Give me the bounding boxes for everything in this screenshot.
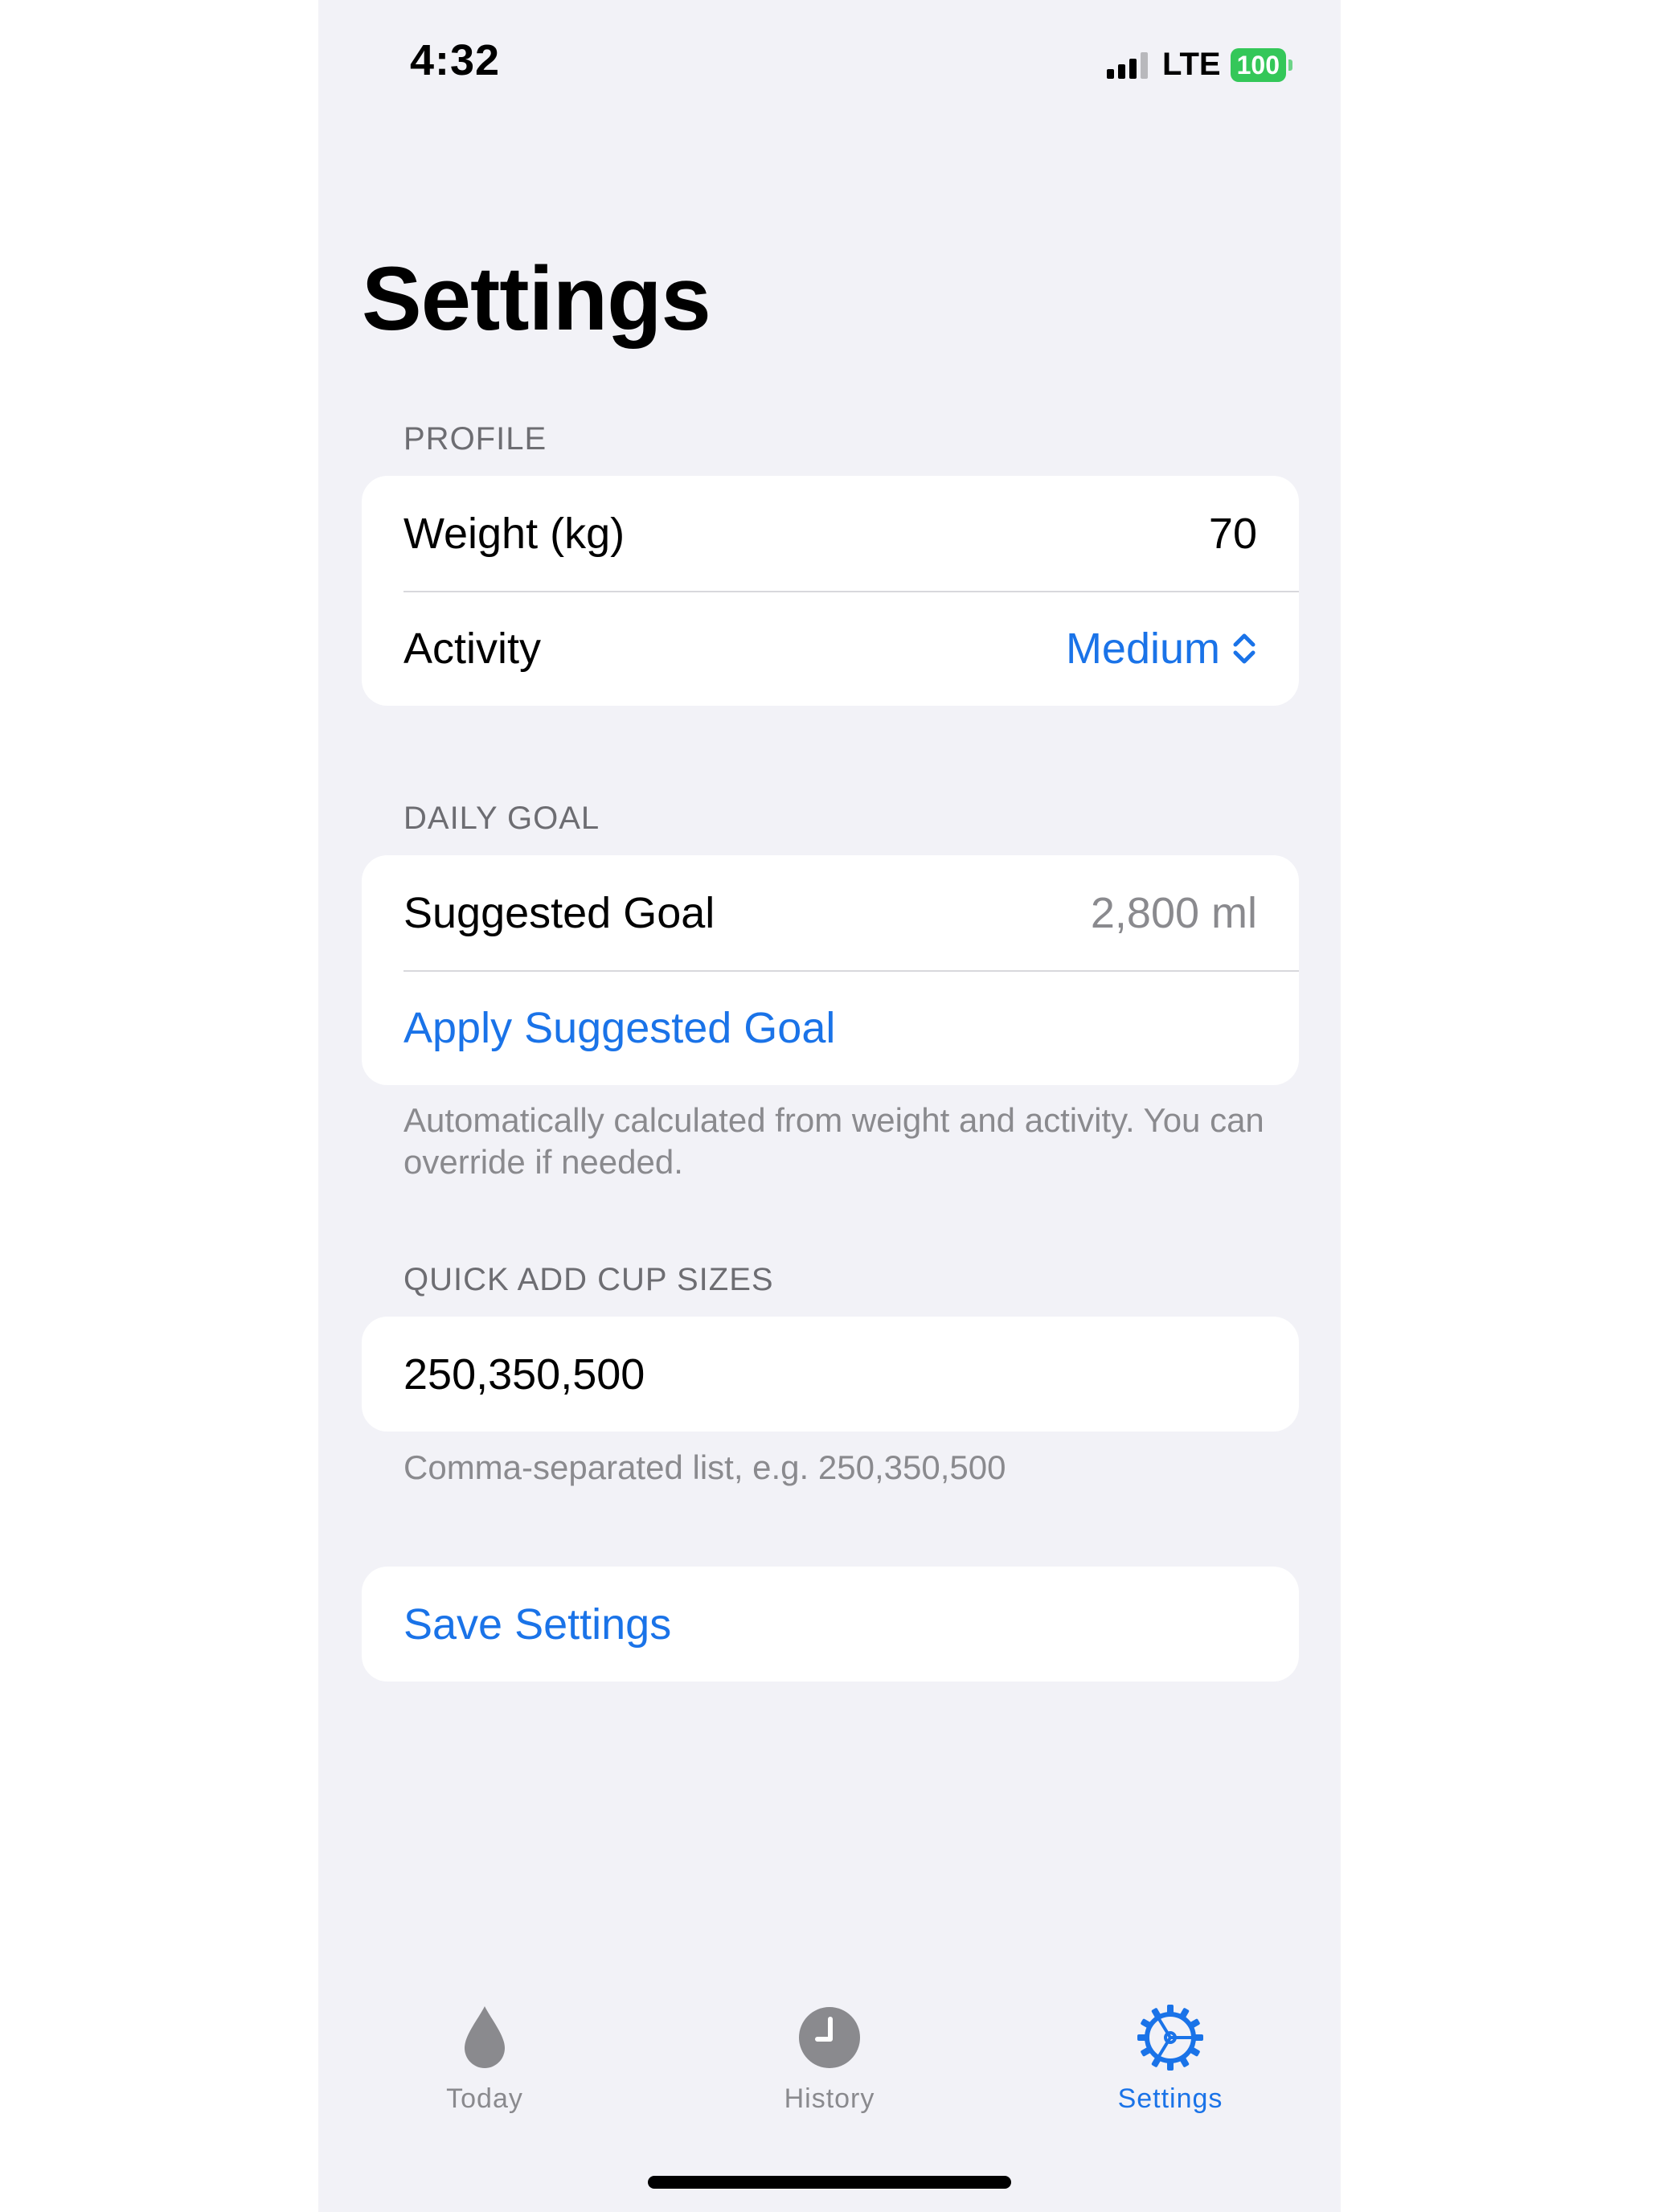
section-header-cup-sizes: QUICK ADD CUP SIZES <box>403 1262 774 1297</box>
save-settings-label: Save Settings <box>403 1600 672 1649</box>
tab-history[interactable]: History <box>709 2001 950 2115</box>
activity-row[interactable]: Activity Medium <box>362 591 1299 706</box>
water-drop-icon <box>465 2006 505 2068</box>
phone-screen: 4:32 LTE 100 Settings PROFILE Weight (kg… <box>318 0 1341 2212</box>
save-group: Save Settings <box>362 1567 1299 1682</box>
tab-settings[interactable]: Settings <box>1050 2001 1291 2115</box>
cellular-signal-icon <box>1107 51 1149 79</box>
activity-picker[interactable]: Medium <box>1066 624 1257 674</box>
chevron-up-down-icon <box>1233 633 1256 663</box>
suggested-goal-row: Suggested Goal 2,800 ml <box>362 855 1299 970</box>
tab-settings-label: Settings <box>1117 2083 1223 2114</box>
home-indicator[interactable] <box>648 2176 1011 2189</box>
cup-sizes-group: 250,350,500 <box>362 1317 1299 1432</box>
section-header-profile: PROFILE <box>403 421 547 457</box>
daily-goal-group: Suggested Goal 2,800 ml Apply Suggested … <box>362 855 1299 1085</box>
activity-label: Activity <box>403 624 542 673</box>
battery-tip <box>1288 59 1292 71</box>
cup-sizes-value: 250,350,500 <box>403 1350 645 1399</box>
weight-row[interactable]: Weight (kg) 70 <box>362 476 1299 591</box>
status-indicators: LTE 100 <box>1107 47 1292 83</box>
save-settings-button[interactable]: Save Settings <box>362 1567 1299 1682</box>
tab-today[interactable]: Today <box>364 2001 605 2115</box>
clock-icon <box>799 2007 860 2068</box>
suggested-goal-label: Suggested Goal <box>403 888 715 937</box>
activity-value: Medium <box>1065 624 1220 673</box>
profile-group: Weight (kg) 70 Activity Medium <box>362 476 1299 706</box>
page-title: Settings <box>362 248 711 349</box>
apply-suggested-goal-button[interactable]: Apply Suggested Goal <box>362 970 1299 1085</box>
status-time: 4:32 <box>410 36 501 84</box>
cup-sizes-footnote: Comma-separated list, e.g. 250,350,500 <box>403 1448 1006 1486</box>
battery-level: 100 <box>1230 47 1286 82</box>
weight-value-field[interactable]: 70 <box>1209 509 1257 559</box>
tab-history-label: History <box>784 2083 875 2114</box>
apply-suggested-goal-label: Apply Suggested Goal <box>403 1003 836 1052</box>
daily-goal-footnote: Automatically calculated from weight and… <box>403 1101 1264 1181</box>
network-type: LTE <box>1162 47 1221 82</box>
suggested-goal-value: 2,800 ml <box>1090 888 1257 937</box>
weight-label: Weight (kg) <box>403 509 625 558</box>
battery-icon: 100 <box>1230 47 1292 82</box>
tab-today-label: Today <box>446 2083 523 2114</box>
section-header-daily-goal: DAILY GOAL <box>403 801 600 836</box>
cup-sizes-input[interactable]: 250,350,500 <box>362 1317 1299 1432</box>
gear-icon <box>1137 2005 1203 2071</box>
tab-bar: Today History Settings <box>318 2001 1341 2114</box>
